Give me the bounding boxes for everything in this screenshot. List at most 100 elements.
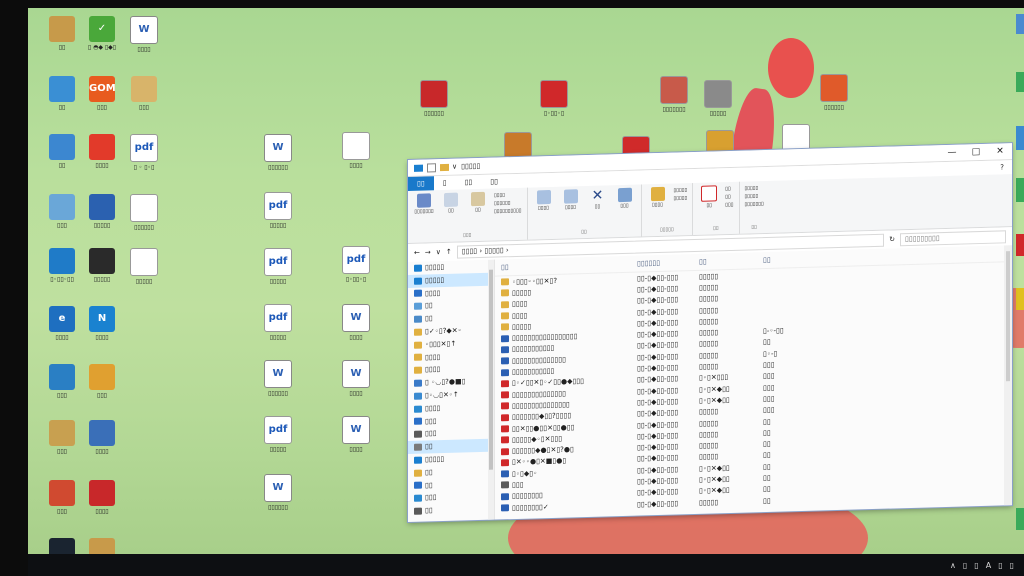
desktop-icon[interactable]: ▯▯▯ <box>116 76 172 111</box>
tab-share[interactable]: ▯▯ <box>456 175 482 190</box>
desktop-icon[interactable]: W ▯▯▯▯ <box>328 304 384 341</box>
column-size[interactable]: ▯▯ <box>763 255 803 264</box>
desktop-icon[interactable]: ▯▯▯▯▯▯ <box>116 194 172 231</box>
tray-icon[interactable]: ▯ <box>963 561 967 570</box>
nav-item[interactable]: ▯▯ <box>408 503 494 518</box>
desktop-icon[interactable]: pdf ▯▯▯▯▯ <box>250 192 306 229</box>
paste-shortcut-button[interactable]: ▯▯▯▯▯▯▯▯▯▯ <box>494 207 522 216</box>
desktop-icon[interactable]: W ▯▯▯▯ <box>116 16 172 53</box>
edge-icon[interactable] <box>1016 288 1024 310</box>
column-name[interactable]: ▯▯ <box>495 260 637 272</box>
column-date[interactable]: ▯▯▯▯▯▯ <box>637 258 699 268</box>
desktop-icon[interactable]: ▯▯▯ <box>74 538 130 554</box>
desktop-icon[interactable]: W ▯▯▯▯ <box>328 360 384 397</box>
file-name-text: ▯▯▯ <box>512 480 524 490</box>
pdf-document-icon: pdf <box>264 304 292 332</box>
delete-button[interactable]: ✕ ▯▯ <box>587 188 609 210</box>
desktop-icon[interactable]: pdf ▯▯▯▯▯ <box>250 416 306 453</box>
back-button[interactable]: ← <box>414 249 420 257</box>
edge-icon[interactable] <box>1016 126 1024 150</box>
maximize-button[interactable]: □ <box>964 147 988 158</box>
app-icon <box>89 364 115 390</box>
group-label: ▯▯▯ <box>463 232 472 239</box>
desktop-icon[interactable]: pdf ▯ ◦ ▯◦▯ <box>116 134 172 171</box>
tray-icon[interactable]: A <box>986 561 991 570</box>
tab-view[interactable]: ▯▯ <box>481 174 507 189</box>
tray-icon[interactable]: ▯ <box>974 561 978 570</box>
search-input[interactable]: ▯▯▯▯▯▯▯▯▯ <box>900 229 1006 246</box>
tab-home[interactable]: ▯ <box>434 176 456 191</box>
invert-selection-button[interactable]: ▯▯▯▯▯▯▯ <box>745 200 764 209</box>
scroll-thumb[interactable] <box>489 269 493 470</box>
desktop-icon[interactable]: ▯▯▯▯ <box>74 420 130 455</box>
minimize-button[interactable]: — <box>940 147 964 158</box>
desktop-icon[interactable]: ▯▯▯▯▯ <box>690 80 746 117</box>
desktop-icon[interactable]: ▯▯▯ <box>74 364 130 399</box>
desktop-icon[interactable]: W ▯▯▯▯▯▯ <box>250 474 306 511</box>
desktop-icon[interactable]: W ▯▯▯▯▯▯ <box>250 134 306 171</box>
recent-locations-button[interactable]: ∨ <box>436 248 441 256</box>
tray-icon[interactable]: ▯ <box>1010 561 1014 570</box>
check-icon[interactable] <box>427 162 436 172</box>
file-size: ▯▯ <box>763 485 771 494</box>
icon-label: ▯▯▯▯▯ <box>269 334 287 341</box>
nav-item-label: ▯▯▯▯▯ <box>425 275 445 285</box>
desktop-icon[interactable]: ▯▯▯▯ <box>328 132 384 169</box>
desktop-icon[interactable]: pdf ▯◦▯▯◦▯ <box>328 246 384 283</box>
close-button[interactable]: ✕ <box>988 146 1012 157</box>
properties-button[interactable]: ▯▯ <box>698 185 720 209</box>
desktop-icon[interactable]: pdf ▯▯▯▯▯ <box>250 248 306 285</box>
edge-icon[interactable] <box>1016 178 1024 202</box>
tray-icon[interactable]: ∧ <box>950 561 956 570</box>
desktop-icon[interactable]: ▯▯▯▯▯▯ <box>806 74 862 111</box>
edge-icon[interactable] <box>1016 508 1024 530</box>
app-icon <box>660 76 688 104</box>
desktop-icon[interactable]: ▯▯▯▯ <box>74 480 130 515</box>
pin-quick-access-button[interactable]: ▯▯▯▯▯▯▯ <box>413 193 435 215</box>
edit-button[interactable]: ▯▯ <box>725 193 733 201</box>
open-button[interactable]: ▯▯ <box>725 185 733 193</box>
paste-button[interactable]: ▯▯ <box>467 191 489 214</box>
file-date: ▯▯-▯◆▯▯-▯▯▯ <box>637 419 679 430</box>
copy-to-button[interactable]: ▯▯▯▯ <box>560 189 582 211</box>
move-label: ▯▯▯▯ <box>538 205 550 212</box>
edge-icon[interactable] <box>1016 234 1024 256</box>
file-size <box>763 285 803 286</box>
file-list-scrollbar[interactable] <box>1004 245 1012 508</box>
new-folder-button[interactable]: ▯▯▯▯ <box>647 186 669 209</box>
desktop-icon[interactable]: pdf ▯▯▯▯▯ <box>250 304 306 341</box>
desktop-icon[interactable]: ▯▯▯▯▯ <box>116 248 172 285</box>
move-to-button[interactable]: ▯▯▯▯ <box>533 190 555 212</box>
scroll-thumb[interactable] <box>1006 251 1010 382</box>
desktop-icon[interactable]: N ▯▯▯▯ <box>74 306 130 341</box>
file-type: ▯▯▯▯▯ <box>699 452 719 462</box>
help-icon[interactable]: ? <box>1000 163 1004 171</box>
desktop-icon[interactable]: ▯◦▯▯◦▯ <box>526 80 582 117</box>
icon-label: ▯▯▯▯▯ <box>269 446 287 453</box>
up-button[interactable]: ↑ <box>446 248 452 256</box>
tab-file[interactable]: ▯▯ <box>408 176 434 191</box>
desktop-icon[interactable]: ▯▯▯▯▯▯ <box>406 80 462 117</box>
column-type[interactable]: ▯▯ <box>699 256 763 266</box>
nav-scrollbar[interactable] <box>488 259 494 522</box>
copy-button[interactable]: ▯▯ <box>440 192 462 214</box>
refresh-icon[interactable]: ↻ <box>889 235 895 243</box>
desktop-icon[interactable]: W ▯▯▯▯▯▯ <box>250 360 306 397</box>
rename-button[interactable]: ▯▯▯ <box>614 187 636 210</box>
window-controls: — □ ✕ <box>940 146 1012 158</box>
history-button[interactable]: ▯▯▯ <box>725 201 733 209</box>
tray-icon[interactable]: ▯ <box>998 561 1002 570</box>
easy-access-button[interactable]: ▯▯▯▯▯ <box>674 194 688 202</box>
forward-button[interactable]: → <box>425 248 431 256</box>
word-document-icon: W <box>342 360 370 388</box>
open-small-commands: ▯▯ ▯▯ ▯▯▯ <box>725 185 733 209</box>
navigation-pane: ▯▯▯▯▯ ▯▯▯▯▯ ▯▯▯▯ ▯▯ ▯▯ ▯✓◦▯?◆✕◦ ◦▯▯▯✕▯↑ ▯▯▯▯ ▯▯▯… <box>408 259 495 522</box>
edge-icon[interactable] <box>1016 14 1024 34</box>
file-type: ▯◦▯✕◆▯▯ <box>699 474 730 484</box>
folder-icon[interactable] <box>440 163 449 171</box>
desktop-icon[interactable]: W ▯▯▯▯ <box>328 416 384 453</box>
nav-item-icon <box>414 315 422 323</box>
file-type: ▯▯▯▯▯ <box>699 407 719 417</box>
chevron-down-icon[interactable]: ∨ <box>452 163 457 171</box>
edge-icon[interactable] <box>1016 72 1024 92</box>
